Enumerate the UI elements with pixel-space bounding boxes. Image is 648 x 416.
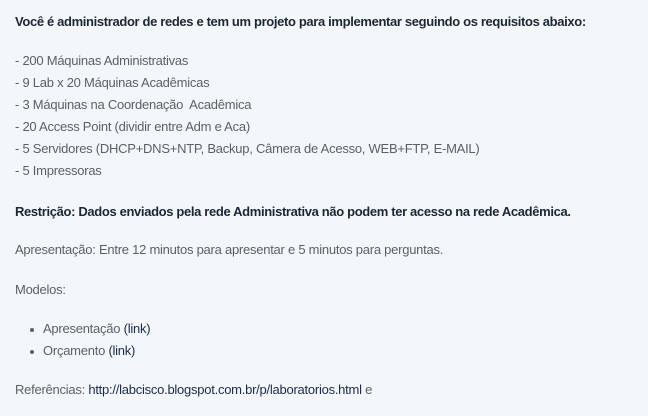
restriction: Restrição: Dados enviados pela rede Admi… (15, 204, 571, 219)
requirement-item: - 9 Lab x 20 Máquinas Acadêmicas (15, 75, 210, 90)
model-item-presentation: Apresentação (link) (43, 321, 151, 336)
heading: Você é administrador de redes e tem um p… (15, 14, 586, 29)
requirement-item: - 20 Access Point (dividir entre Adm e A… (15, 119, 250, 134)
reference-link[interactable]: http://labcisco.blogspot.com.br/p/labora… (88, 382, 362, 397)
models-label: Modelos: (15, 282, 66, 297)
presentation-link[interactable]: (link) (124, 321, 151, 336)
presentation-info: Apresentação: Entre 12 minutos para apre… (15, 242, 444, 257)
bullet-icon (30, 350, 34, 354)
requirement-item: - 200 Máquinas Administrativas (15, 53, 189, 68)
requirement-item: - 5 Impressoras (15, 163, 102, 178)
bullet-icon (30, 328, 34, 332)
requirement-item: - 3 Máquinas na Coordenação Acadêmica (15, 97, 252, 112)
model-item-budget: Orçamento (link) (43, 343, 136, 358)
requirement-item: - 5 Servidores (DHCP+DNS+NTP, Backup, Câ… (15, 141, 480, 156)
references: Referências: http://labcisco.blogspot.co… (15, 382, 373, 397)
budget-link[interactable]: (link) (108, 343, 135, 358)
